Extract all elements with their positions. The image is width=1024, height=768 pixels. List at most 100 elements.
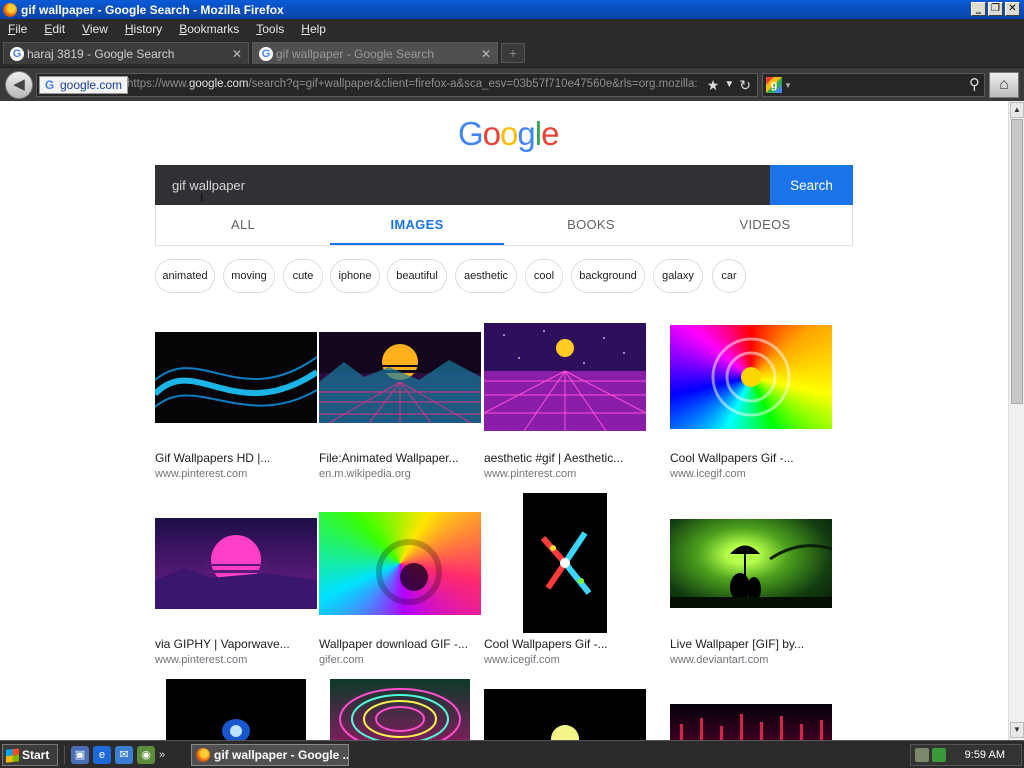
menu-history[interactable]: History — [125, 22, 162, 36]
menu-tools[interactable]: Tools — [256, 22, 284, 36]
chip-iphone[interactable]: iphone — [330, 259, 380, 293]
chip-aesthetic[interactable]: aesthetic — [455, 259, 517, 293]
quick-launch: ▣ e ✉ ◉ » — [64, 746, 165, 764]
google-favicon-icon: G — [44, 77, 55, 92]
close-button[interactable]: ✕ — [1005, 2, 1020, 16]
url-bar[interactable]: G google.com https://www.google.com/sear… — [36, 73, 758, 97]
clock: 9:59 AM — [964, 749, 1005, 761]
result-title[interactable]: via GIPHY | Vaporwave... — [155, 637, 290, 651]
google-favicon-icon: G — [259, 46, 273, 61]
spiral-tunnel-art — [376, 539, 442, 605]
result-title[interactable]: Cool Wallpapers Gif -... — [670, 451, 794, 465]
result-thumbnail[interactable] — [670, 519, 832, 608]
browser-search-bar[interactable]: g ▼ ⚲ — [762, 73, 985, 97]
maximize-button[interactable]: ❐ — [988, 2, 1003, 16]
media-icon[interactable]: ◉ — [137, 746, 155, 764]
result-title[interactable]: Wallpaper download GIF -... — [319, 637, 468, 651]
result-title[interactable]: File:Animated Wallpaper... — [319, 451, 459, 465]
umbrella-silhouette-art — [670, 544, 832, 608]
result-thumbnail[interactable] — [484, 689, 646, 740]
retro-grid-art — [484, 330, 646, 431]
result-thumbnail[interactable] — [166, 679, 306, 740]
new-tab-button[interactable]: + — [501, 43, 525, 63]
site-identity-button[interactable]: G google.com — [39, 76, 129, 94]
result-thumbnail[interactable] — [155, 332, 317, 423]
start-button[interactable]: Start — [2, 744, 58, 766]
result-thumbnail[interactable] — [319, 512, 481, 615]
menu-help[interactable]: Help — [301, 22, 326, 36]
menu-edit[interactable]: Edit — [44, 22, 65, 36]
result-thumbnail[interactable] — [319, 332, 481, 423]
show-desktop-icon[interactable]: ▣ — [71, 746, 89, 764]
tab-all[interactable]: ALL — [156, 205, 330, 245]
firefox-icon — [3, 2, 17, 17]
system-tray: 9:59 AM — [910, 744, 1022, 766]
result-title[interactable]: Gif Wallpapers HD |... — [155, 451, 270, 465]
search-type-tabs: ALL IMAGES BOOKS VIDEOS — [155, 205, 853, 246]
tab-strip: G haraj 3819 - Google Search ✕ G gif wal… — [0, 39, 1024, 67]
tab-close-icon[interactable]: ✕ — [481, 47, 491, 61]
result-site: en.m.wikipedia.org — [319, 468, 411, 480]
chip-animated[interactable]: animated — [155, 259, 215, 293]
synthwave-art — [319, 344, 481, 423]
result-site: gifer.com — [319, 654, 364, 666]
result-thumbnail[interactable] — [330, 679, 470, 740]
result-site: www.icegif.com — [670, 468, 746, 480]
tab-books[interactable]: BOOKS — [504, 205, 678, 245]
google-favicon-icon: G — [10, 46, 24, 61]
tab-haraj-search[interactable]: G haraj 3819 - Google Search ✕ — [3, 42, 249, 64]
internet-explorer-icon[interactable]: e — [93, 746, 111, 764]
result-thumbnail[interactable] — [484, 323, 646, 431]
back-button[interactable]: ◀ — [5, 71, 33, 99]
bookmark-star-icon[interactable]: ★ — [707, 76, 720, 94]
menu-file[interactable]: File — [8, 22, 27, 36]
menu-bookmarks[interactable]: Bookmarks — [179, 22, 239, 36]
minimize-button[interactable]: _ — [971, 2, 986, 16]
result-thumbnail[interactable] — [670, 704, 832, 740]
quick-launch-more-icon[interactable]: » — [159, 746, 165, 764]
menu-view[interactable]: View — [82, 22, 108, 36]
chip-car[interactable]: car — [712, 259, 746, 293]
firefox-icon — [196, 748, 210, 762]
result-site: www.icegif.com — [484, 654, 560, 666]
security-icon[interactable] — [932, 748, 946, 762]
magnifier-icon[interactable]: ⚲ — [969, 75, 980, 93]
page-scrollbar[interactable]: ▲ ▼ — [1008, 101, 1024, 740]
tab-images[interactable]: IMAGES — [330, 205, 504, 245]
navigation-toolbar: ◀ G google.com https://www.google.com/se… — [0, 67, 1024, 101]
result-thumbnail[interactable] — [523, 493, 607, 633]
result-title[interactable]: Live Wallpaper [GIF] by... — [670, 637, 804, 651]
spiral-art — [711, 337, 791, 417]
scroll-down-button[interactable]: ▼ — [1010, 722, 1024, 738]
chip-background[interactable]: background — [571, 259, 645, 293]
result-title[interactable]: aesthetic #gif | Aesthetic... — [484, 451, 623, 465]
chip-moving[interactable]: moving — [223, 259, 275, 293]
outlook-icon[interactable]: ✉ — [115, 746, 133, 764]
search-button[interactable]: Search — [770, 165, 853, 205]
chip-beautiful[interactable]: beautiful — [387, 259, 447, 293]
search-input[interactable] — [155, 165, 770, 205]
taskbar-firefox-window[interactable]: gif wallpaper - Google ... — [191, 744, 349, 766]
tab-videos[interactable]: VIDEOS — [678, 205, 852, 245]
scrollbar-thumb[interactable] — [1011, 119, 1023, 404]
chip-cute[interactable]: cute — [283, 259, 323, 293]
scroll-up-button[interactable]: ▲ — [1010, 102, 1024, 118]
chip-galaxy[interactable]: galaxy — [653, 259, 703, 293]
reload-icon[interactable]: ↻ — [739, 76, 751, 94]
result-thumbnail[interactable] — [670, 325, 832, 429]
url-text[interactable]: https://www.google.com/search?q=gif+wall… — [127, 78, 697, 90]
result-thumbnail[interactable] — [155, 518, 317, 609]
search-engine-selector[interactable]: g ▼ — [766, 76, 794, 94]
google-logo[interactable]: Google — [458, 115, 559, 153]
result-title[interactable]: Cool Wallpapers Gif -... — [484, 637, 608, 651]
result-site: www.pinterest.com — [155, 654, 248, 666]
neon-rings-art — [339, 688, 461, 740]
result-site: www.pinterest.com — [155, 468, 248, 480]
network-icon[interactable] — [915, 748, 929, 762]
tab-gif-wallpaper-search[interactable]: G gif wallpaper - Google Search ✕ — [252, 42, 498, 64]
home-button[interactable]: ⌂ — [989, 72, 1019, 98]
tab-close-icon[interactable]: ✕ — [232, 47, 242, 61]
chip-cool[interactable]: cool — [525, 259, 563, 293]
url-bar-icons: ★ ▼ ↻ — [707, 76, 751, 94]
url-dropdown-icon[interactable]: ▼ — [724, 76, 734, 94]
